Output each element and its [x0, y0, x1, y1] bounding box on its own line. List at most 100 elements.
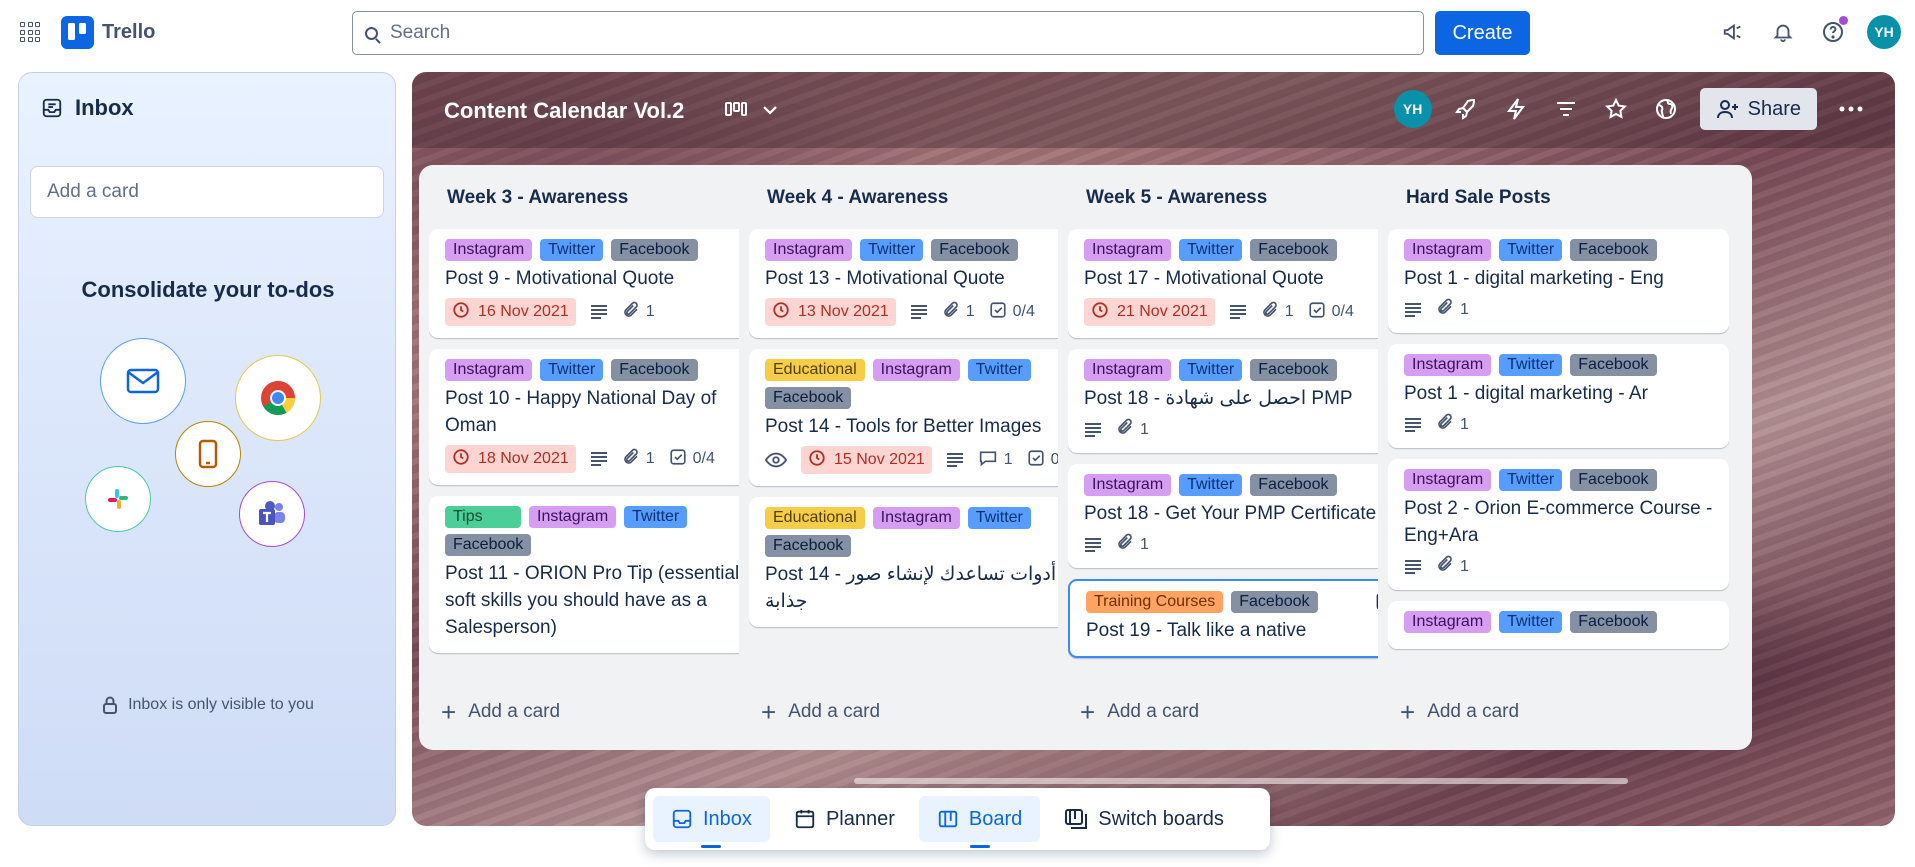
card-label[interactable]: Training Courses	[1086, 591, 1224, 613]
power-ups-rocket-icon[interactable]	[1450, 93, 1482, 125]
due-date-badge[interactable]: 16 Nov 2021	[445, 298, 576, 326]
card[interactable]: Instagram Twitter Facebook Post 18 - احصل ع…	[1068, 349, 1409, 453]
card-label[interactable]: Facebook	[765, 387, 852, 409]
card[interactable]: Instagram Twitter Facebook Post 13 - Motiva…	[749, 229, 1090, 338]
globe-visibility-icon[interactable]	[1650, 93, 1682, 125]
board-list[interactable]: Hard Sale Posts Instagram Twitter Facebook P…	[1378, 165, 1752, 750]
board-list[interactable]: Week 4 - Awareness•••InstagramTwitterFac…	[739, 165, 1113, 750]
card-label[interactable]: Facebook	[611, 239, 698, 261]
card[interactable]: Instagram Twitter Facebook Post 17 - Motiva…	[1068, 229, 1409, 338]
card-label[interactable]: Tips	[445, 506, 521, 528]
card-label[interactable]: Instagram	[765, 239, 853, 261]
user-avatar[interactable]: YH	[1867, 15, 1901, 49]
card[interactable]: Tips Instagram Twitter Facebook Post 11 - OR…	[429, 496, 770, 653]
search-bar[interactable]	[352, 11, 1424, 55]
card-label[interactable]: Instagram	[1404, 611, 1492, 633]
card[interactable]: Instagram Twitter Facebook Post 18 - Get Yo…	[1068, 464, 1409, 568]
card-label[interactable]: Twitter	[1499, 239, 1563, 261]
card-label[interactable]: Facebook	[1250, 359, 1337, 381]
card-label[interactable]: Twitter	[624, 506, 688, 528]
card-label[interactable]: Twitter	[1179, 239, 1243, 261]
card-label[interactable]: Twitter	[1179, 474, 1243, 496]
list-title[interactable]: Hard Sale Posts	[1406, 187, 1551, 209]
card-label[interactable]: Educational	[765, 507, 865, 529]
board-view-switcher[interactable]	[724, 100, 778, 120]
card-label[interactable]: Instagram	[1404, 354, 1492, 376]
nav-switch-boards[interactable]: Switch boards	[1046, 796, 1242, 842]
card-label[interactable]: Instagram	[872, 507, 960, 529]
card-label[interactable]: Twitter	[1179, 359, 1243, 381]
card-label[interactable]: Facebook	[1570, 469, 1657, 491]
card-label[interactable]: Facebook	[1570, 354, 1657, 376]
card-label[interactable]: Facebook	[931, 239, 1018, 261]
list-title[interactable]: Week 5 - Awareness	[1086, 187, 1267, 209]
help-icon[interactable]	[1817, 16, 1849, 48]
board-list[interactable]: Week 3 - Awareness•••InstagramTwitterFac…	[419, 165, 793, 750]
add-card-button[interactable]: + Add a card	[761, 699, 880, 725]
card[interactable]: Instagram Twitter Facebook Post 10 - Happy …	[429, 349, 770, 485]
add-card-button[interactable]: + Add a card	[1080, 699, 1199, 725]
card[interactable]: Instagram Twitter Facebook Post 2 - Orion E…	[1388, 459, 1729, 590]
share-button[interactable]: Share	[1699, 88, 1817, 130]
card[interactable]: Educational Instagram Twitter Facebook Post …	[749, 497, 1090, 627]
list-title[interactable]: Week 4 - Awareness	[767, 187, 948, 209]
trello-logo[interactable]: Trello	[61, 16, 155, 49]
board-title[interactable]: Content Calendar Vol.2	[444, 98, 684, 124]
card-label[interactable]: Instagram	[529, 506, 617, 528]
card-label[interactable]: Twitter	[1499, 611, 1563, 633]
card-label[interactable]: Twitter	[540, 239, 604, 261]
card-label[interactable]: Instagram	[445, 359, 533, 381]
card[interactable]: Training Courses Facebook Post 19 - Talk l…	[1068, 579, 1409, 658]
nav-planner[interactable]: Planner	[776, 796, 913, 842]
app-switcher-icon[interactable]	[20, 22, 40, 42]
automation-icon[interactable]	[1500, 93, 1532, 125]
add-card-button[interactable]: + Add a card	[441, 699, 560, 725]
card-label[interactable]: Facebook	[1231, 591, 1318, 613]
card[interactable]: Instagram Twitter Facebook Post 9 - Motivat…	[429, 229, 770, 338]
search-input[interactable]	[390, 22, 1290, 44]
card-label[interactable]: Facebook	[445, 534, 532, 556]
card-label[interactable]: Instagram	[1404, 469, 1492, 491]
list-title[interactable]: Week 3 - Awareness	[447, 187, 628, 209]
board-list[interactable]: Week 5 - Awareness•••InstagramTwitterFac…	[1058, 165, 1432, 750]
board-member-avatar[interactable]: YH	[1393, 90, 1432, 128]
card-label[interactable]: Twitter	[540, 359, 604, 381]
filter-icon[interactable]	[1550, 93, 1582, 125]
due-date-badge[interactable]: 18 Nov 2021	[445, 445, 576, 473]
card[interactable]: Instagram Twitter Facebook	[1388, 601, 1729, 649]
due-date-badge[interactable]: 21 Nov 2021	[1084, 298, 1215, 326]
card-label[interactable]: Twitter	[1499, 469, 1563, 491]
card-label[interactable]: Facebook	[611, 359, 698, 381]
card[interactable]: Instagram Twitter Facebook Post 1 - digital…	[1388, 344, 1729, 448]
card-label[interactable]: Instagram	[1084, 359, 1172, 381]
nav-board[interactable]: Board	[918, 796, 1041, 842]
nav-inbox[interactable]: Inbox	[653, 796, 770, 842]
card-label[interactable]: Facebook	[1250, 474, 1337, 496]
card-label[interactable]: Twitter	[860, 239, 924, 261]
inbox-add-card-input[interactable]: Add a card	[30, 166, 384, 218]
star-icon[interactable]	[1600, 93, 1632, 125]
card-label[interactable]: Twitter	[1499, 354, 1563, 376]
due-date-badge[interactable]: 15 Nov 2021	[801, 446, 932, 474]
card[interactable]: Instagram Twitter Facebook Post 1 - digital…	[1388, 229, 1729, 333]
card-label[interactable]: Facebook	[1570, 239, 1657, 261]
card-label[interactable]: Instagram	[445, 239, 533, 261]
card-label[interactable]: Instagram	[1404, 239, 1492, 261]
board-menu-icon[interactable]	[1835, 93, 1867, 125]
bell-icon[interactable]	[1767, 16, 1799, 48]
card-label[interactable]: Educational	[765, 359, 865, 381]
due-date-badge[interactable]: 13 Nov 2021	[765, 298, 896, 326]
card-label[interactable]: Facebook	[1250, 239, 1337, 261]
card[interactable]: Educational Instagram Twitter Facebook Post …	[749, 349, 1090, 486]
card-label[interactable]: Instagram	[1084, 239, 1172, 261]
megaphone-icon[interactable]	[1717, 16, 1749, 48]
card-label[interactable]: Instagram	[1084, 474, 1172, 496]
card-label[interactable]: Facebook	[765, 535, 852, 557]
add-card-button[interactable]: + Add a card	[1400, 699, 1519, 725]
card-label[interactable]: Twitter	[967, 507, 1031, 529]
card-label[interactable]: Instagram	[872, 359, 960, 381]
create-button[interactable]: Create	[1435, 11, 1530, 55]
card-label[interactable]: Twitter	[967, 359, 1031, 381]
card-label[interactable]: Facebook	[1570, 611, 1657, 633]
board-horizontal-scrollbar[interactable]	[424, 778, 1874, 785]
